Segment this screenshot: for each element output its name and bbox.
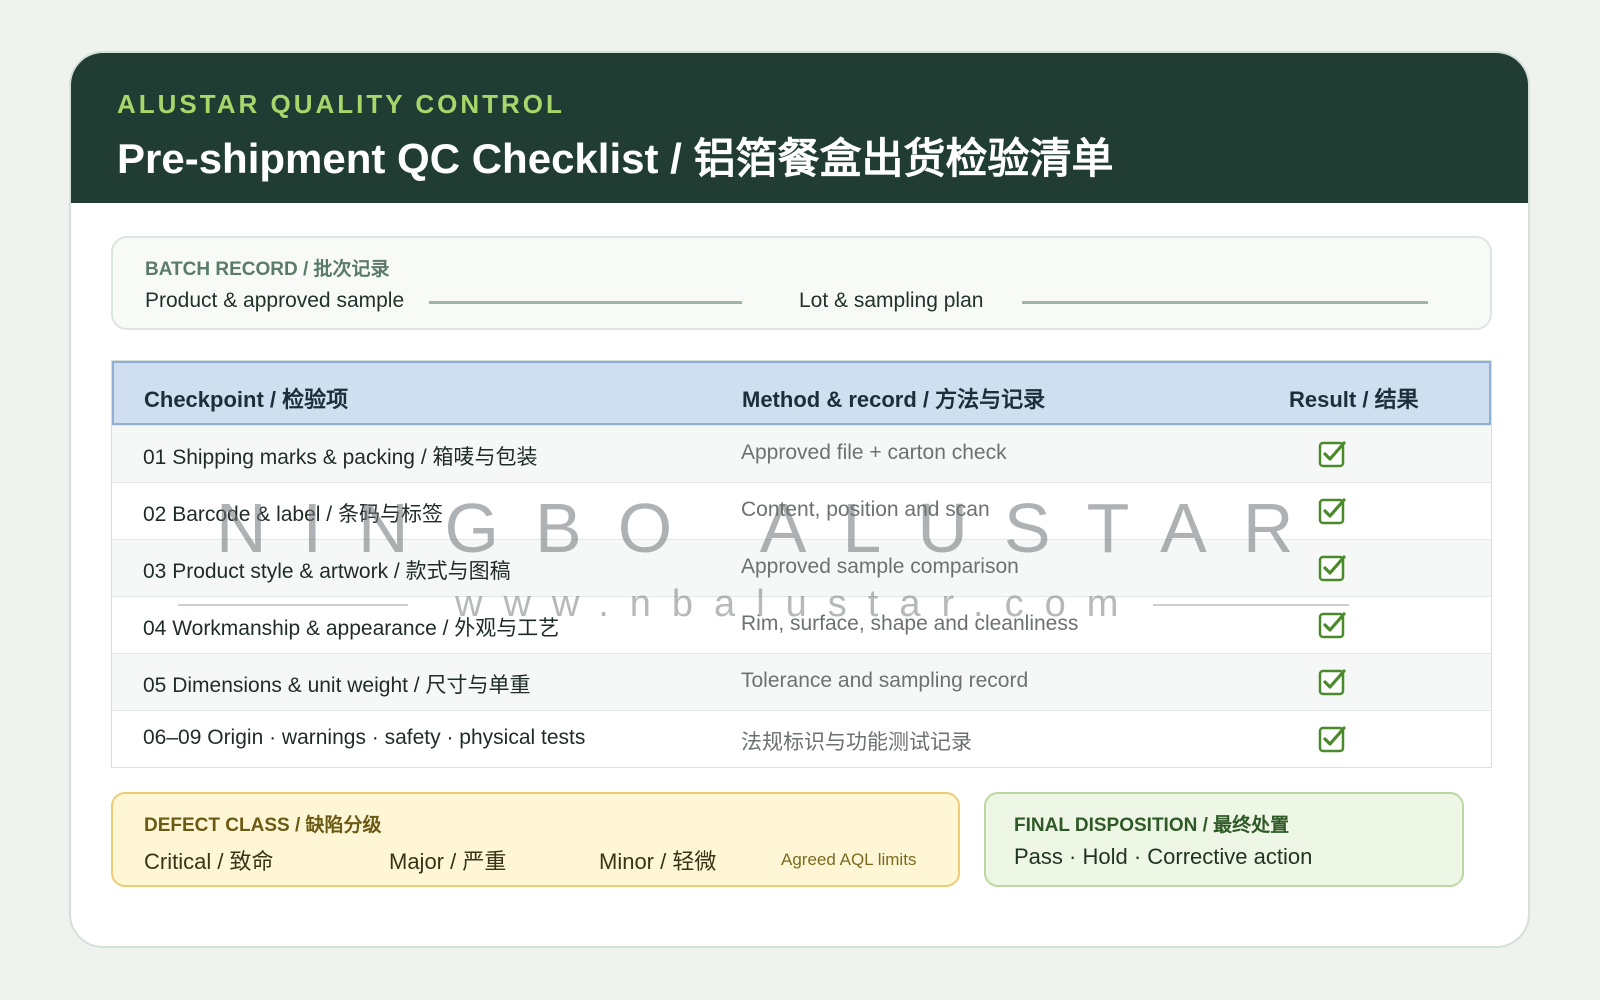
defect-class-panel: DEFECT CLASS / 缺陷分级 Critical / 致命 Major … xyxy=(111,792,960,887)
table-header: Checkpoint / 检验项 Method & record / 方法与记录… xyxy=(112,361,1491,425)
final-disposition-value: Pass · Hold · Corrective action xyxy=(1014,844,1313,869)
result-column-header: Result / 结果 xyxy=(1289,387,1419,412)
checkpoint-cell: 06–09 Origin · warnings · safety · physi… xyxy=(143,726,586,749)
defect-major: Major / 严重 xyxy=(389,849,507,874)
checkpoint-column-header: Checkpoint / 检验项 xyxy=(144,387,349,412)
product-field-label: Product & approved sample xyxy=(145,289,405,312)
result-checkbox[interactable] xyxy=(1318,725,1346,753)
result-checkbox[interactable] xyxy=(1318,440,1346,468)
watermark-company: NINGBO ALUSTAR xyxy=(216,489,1330,567)
method-cell: 法规标识与功能测试记录 xyxy=(741,731,972,754)
checkpoint-cell: 01 Shipping marks & packing / 箱唛与包装 xyxy=(143,446,538,469)
table-row: 05 Dimensions & unit weight / 尺寸与单重 Toler… xyxy=(112,653,1491,710)
batch-record-label: BATCH RECORD / 批次记录 xyxy=(145,259,390,280)
final-disposition-panel: FINAL DISPOSITION / 最终处置 Pass · Hold · C… xyxy=(984,792,1464,887)
checkpoint-cell: 05 Dimensions & unit weight / 尺寸与单重 xyxy=(143,674,531,697)
page-title: Pre-shipment QC Checklist / 铝箔餐盒出货检验清单 xyxy=(117,135,1114,182)
lot-field-line[interactable] xyxy=(1022,301,1428,304)
final-disposition-label: FINAL DISPOSITION / 最终处置 xyxy=(1014,815,1290,836)
defect-critical: Critical / 致命 xyxy=(144,849,274,874)
defect-minor: Minor / 轻微 xyxy=(599,849,717,874)
result-checkbox[interactable] xyxy=(1318,668,1346,696)
result-checkbox[interactable] xyxy=(1318,611,1346,639)
table-row: 06–09 Origin · warnings · safety · physi… xyxy=(112,710,1491,767)
batch-record-panel: BATCH RECORD / 批次记录 Product & approved s… xyxy=(111,236,1492,330)
method-cell: Tolerance and sampling record xyxy=(741,669,1029,692)
aql-note: Agreed AQL limits xyxy=(781,850,917,869)
watermark-line-right xyxy=(1153,604,1349,606)
product-field-line[interactable] xyxy=(429,301,742,304)
company-kicker: ALUSTAR QUALITY CONTROL xyxy=(117,89,565,119)
method-cell: Approved file + carton check xyxy=(741,441,1007,464)
header-banner: ALUSTAR QUALITY CONTROL Pre-shipment QC … xyxy=(71,53,1528,203)
method-column-header: Method & record / 方法与记录 xyxy=(742,387,1046,412)
watermark-url: www.nbalustar.com xyxy=(455,583,1140,625)
watermark-line-left xyxy=(178,604,408,606)
lot-field-label: Lot & sampling plan xyxy=(799,289,984,312)
table-row: 01 Shipping marks & packing / 箱唛与包装 Appro… xyxy=(112,425,1491,482)
defect-class-label: DEFECT CLASS / 缺陷分级 xyxy=(144,815,382,836)
